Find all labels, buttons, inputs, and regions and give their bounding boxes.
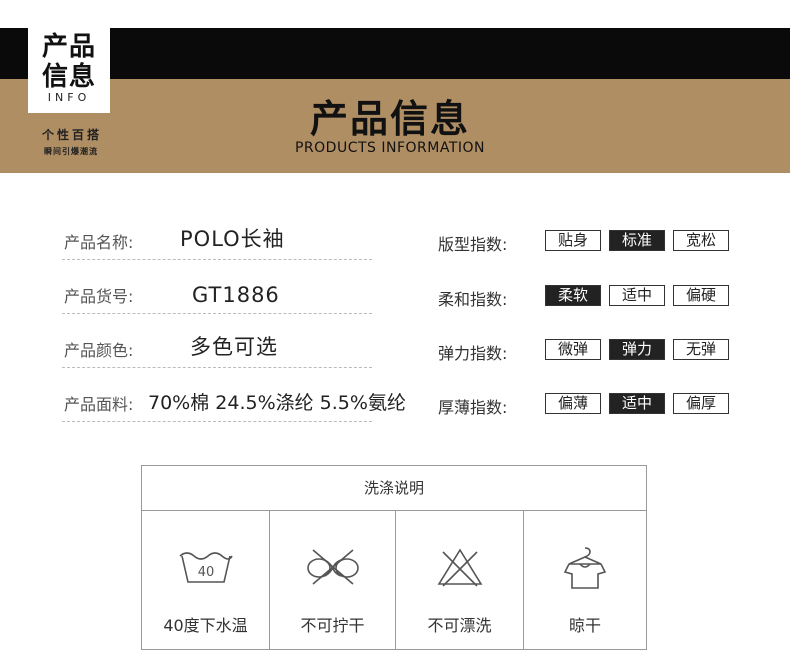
info-row-name: 产品名称: POLO长袖 [62,225,372,260]
fit-option: 宽松 [673,230,729,251]
info-label: 产品颜色: [64,341,134,360]
care-item-wash: 40 40度下水温 [142,510,269,650]
softness-index-label: 柔和指数: [438,290,508,309]
fit-option-selected: 标准 [609,230,665,251]
logo-line-1: 产品 [41,32,96,62]
care-item-wring: 不可拧干 [270,510,395,650]
elasticity-index-options: 微弹 弹力 无弹 [545,339,729,360]
hang-dry-icon [563,547,607,589]
info-value: 多色可选 [190,335,278,359]
logo-line-2: 信息 [41,62,96,92]
logo-sub: INFO [47,91,91,104]
info-value: 70%棉 24.5%涤纶 5.5%氨纶 [148,392,406,414]
thickness-option: 偏厚 [673,393,729,414]
info-row-color: 产品颜色: 多色可选 [62,333,372,368]
no-wring-icon [306,549,359,585]
page-title: 产品信息 [309,97,470,141]
elasticity-option: 微弹 [545,339,601,360]
wash-40-icon: 40 [178,552,233,583]
care-label: 不可拧干 [300,616,365,635]
fit-index-options: 贴身 标准 宽松 [545,230,729,251]
wash-temp-text: 40 [197,565,214,580]
care-label: 晾干 [568,616,601,635]
thickness-index-options: 偏薄 适中 偏厚 [545,393,729,414]
thickness-index-label: 厚薄指数: [438,398,508,417]
thickness-option-selected: 适中 [609,393,665,414]
fit-index-label: 版型指数: [438,235,508,254]
no-bleach-icon [437,548,482,587]
care-item-bleach: 不可漂洗 [396,510,523,650]
header-banner-dark [0,28,790,79]
info-row-sku: 产品货号: GT1886 [62,279,372,314]
care-instructions: 洗涤说明 40 40度下水温 不可拧干 不可漂洗 晾干 [141,465,647,650]
info-value: POLO长袖 [180,227,285,251]
info-logo: 产品 信息 INFO [28,28,110,113]
elasticity-option-selected: 弹力 [609,339,665,360]
care-label: 不可漂洗 [427,616,492,635]
thickness-option: 偏薄 [545,393,601,414]
elasticity-option: 无弹 [673,339,729,360]
care-item-dry: 晾干 [524,510,646,650]
slogan-sub: 瞬间引爆潮流 [44,147,98,156]
fit-option: 贴身 [545,230,601,251]
info-label: 产品面料: [64,395,134,414]
care-label: 40度下水温 [163,616,248,635]
info-label: 产品名称: [64,233,134,252]
care-title: 洗涤说明 [142,466,646,511]
info-value: GT1886 [192,283,280,307]
softness-index-options: 柔软 适中 偏硬 [545,285,729,306]
info-label: 产品货号: [64,287,134,306]
softness-option: 偏硬 [673,285,729,306]
info-row-fabric: 产品面料: 70%棉 24.5%涤纶 5.5%氨纶 [62,387,406,422]
page-subtitle: PRODUCTS INFORMATION [294,140,486,156]
elasticity-index-label: 弹力指数: [438,344,508,363]
slogan: 个性百搭 [41,128,102,142]
softness-option-selected: 柔软 [545,285,601,306]
softness-option: 适中 [609,285,665,306]
